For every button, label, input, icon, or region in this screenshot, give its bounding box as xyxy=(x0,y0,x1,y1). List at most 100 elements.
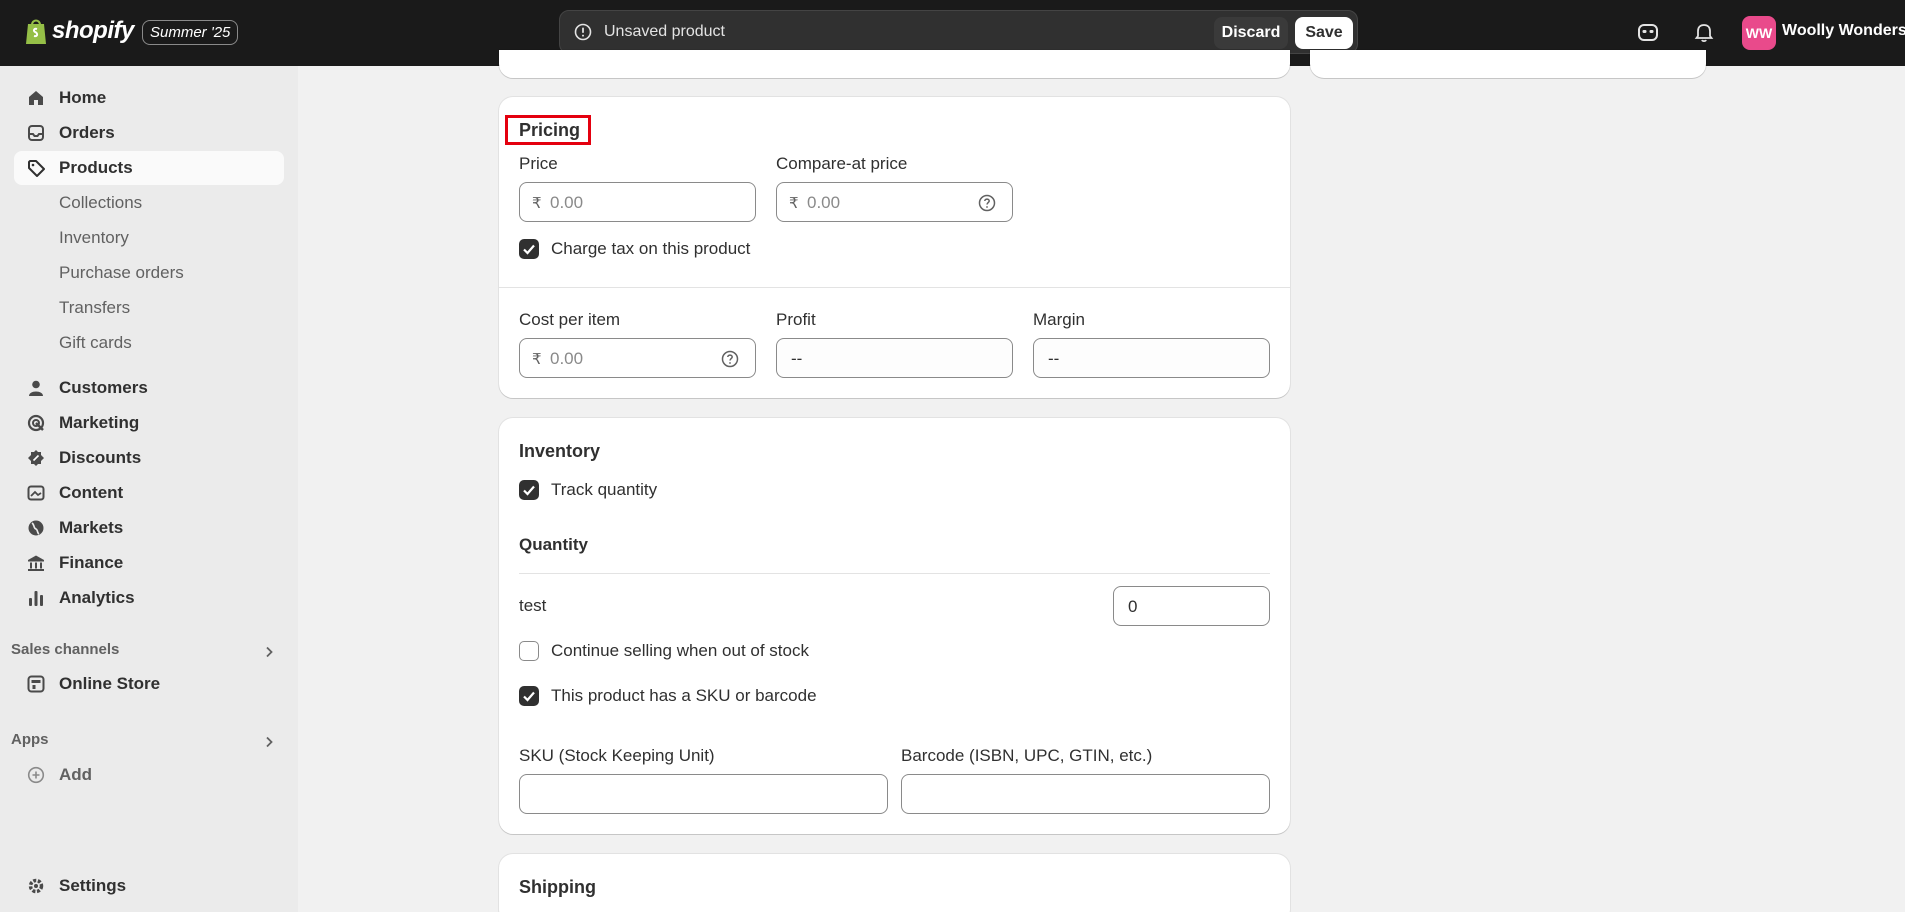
store-icon xyxy=(27,675,45,693)
sidebar-item-label: Content xyxy=(59,483,124,502)
bell-icon[interactable] xyxy=(1692,20,1716,44)
sidebar-item-collections[interactable]: Collections xyxy=(14,186,284,220)
sidebar-item-label: Gift cards xyxy=(59,333,132,352)
shipping-card: Shipping xyxy=(499,854,1290,912)
currency-symbol: ₹ xyxy=(532,195,542,212)
profit-label: Profit xyxy=(776,310,816,329)
brand-name: shopify xyxy=(52,17,134,44)
sidebar-item-orders[interactable]: Orders xyxy=(14,116,284,150)
sidebar-item-customers[interactable]: Customers xyxy=(14,371,284,405)
sidebar-item-label: Online Store xyxy=(59,674,161,693)
sidebar-item-label: Transfers xyxy=(59,298,131,317)
sidebar-item-gift-cards[interactable]: Gift cards xyxy=(14,326,284,360)
track-quantity-checkbox[interactable] xyxy=(519,480,539,500)
pricing-title: Pricing xyxy=(519,120,581,140)
continue-selling-checkbox[interactable] xyxy=(519,641,539,661)
sidebar-item-transfers[interactable]: Transfers xyxy=(14,291,284,325)
chevron-right-icon[interactable] xyxy=(262,645,276,659)
sidebar-item-label: Analytics xyxy=(59,588,135,607)
divider xyxy=(499,287,1290,288)
profit-field: -- xyxy=(776,338,1013,378)
sidebar-item-purchase-orders[interactable]: Purchase orders xyxy=(14,256,284,290)
sidebar-item-discounts[interactable]: Discounts xyxy=(14,441,284,475)
sidebar-item-content[interactable]: Content xyxy=(14,476,284,510)
side-card xyxy=(1310,50,1706,78)
previous-card xyxy=(499,50,1290,78)
inventory-card: Inventory Track quantity Quantity test 0… xyxy=(499,418,1290,834)
sidebar-item-label: Products xyxy=(59,158,133,177)
charge-tax-label[interactable]: Charge tax on this product xyxy=(551,239,750,259)
barcode-label: Barcode (ISBN, UPC, GTIN, etc.) xyxy=(901,746,1153,765)
margin-label: Margin xyxy=(1033,310,1085,329)
sidebar-item-label: Markets xyxy=(59,518,124,537)
checkmark-icon xyxy=(523,485,535,496)
shopify-logo[interactable]: shopify xyxy=(24,17,134,45)
help-icon[interactable] xyxy=(978,194,996,212)
discard-button[interactable]: Discard xyxy=(1214,17,1288,49)
avatar[interactable]: WW xyxy=(1742,16,1776,50)
sidebar-item-inventory[interactable]: Inventory xyxy=(14,221,284,255)
sidebar-item-label: Collections xyxy=(59,193,143,212)
sidebar-item-label: Orders xyxy=(59,123,115,142)
location-quantity-input[interactable]: 0 xyxy=(1113,586,1270,626)
unsaved-changes-bar: Unsaved product Discard Save xyxy=(559,10,1358,54)
continue-selling-label[interactable]: Continue selling when out of stock xyxy=(551,641,809,661)
help-icon[interactable] xyxy=(721,350,739,368)
person-icon xyxy=(29,380,43,396)
cost-per-item-value: 0.00 xyxy=(550,349,584,368)
sidebar-item-finance[interactable]: Finance xyxy=(14,546,284,580)
has-sku-checkbox[interactable] xyxy=(519,686,539,706)
currency-symbol: ₹ xyxy=(532,351,542,368)
divider xyxy=(519,573,1270,574)
sku-input[interactable] xyxy=(519,774,888,814)
bar-chart-icon xyxy=(29,591,43,606)
apps-heading: Apps xyxy=(11,731,49,748)
sidebar-item-add-app[interactable]: Add xyxy=(14,758,284,792)
location-name: test xyxy=(519,596,547,615)
sku-label: SKU (Stock Keeping Unit) xyxy=(519,746,715,765)
sidebar-item-markets[interactable]: Markets xyxy=(14,511,284,545)
save-button[interactable]: Save xyxy=(1295,17,1353,49)
sidebar-item-label: Discounts xyxy=(59,448,142,467)
barcode-input[interactable] xyxy=(901,774,1270,814)
sidebar-item-online-store[interactable]: Online Store xyxy=(14,667,284,701)
sidebar-item-analytics[interactable]: Analytics xyxy=(14,581,284,615)
profit-value: -- xyxy=(791,349,803,368)
sidekick-icon[interactable] xyxy=(1636,20,1660,44)
sidebar-item-label: Inventory xyxy=(59,228,129,247)
checkmark-icon xyxy=(523,244,535,255)
inbox-icon xyxy=(28,125,44,141)
sidebar-item-products[interactable]: Products xyxy=(14,151,284,185)
location-quantity-value: 0 xyxy=(1128,597,1138,616)
chevron-right-icon[interactable] xyxy=(262,735,276,749)
shopify-bag-icon xyxy=(26,19,46,44)
compare-at-price-value: 0.00 xyxy=(807,193,841,212)
inventory-title: Inventory xyxy=(519,441,601,461)
checkmark-icon xyxy=(523,691,535,702)
sidebar-item-settings[interactable]: Settings xyxy=(14,869,284,903)
sidebar-item-label: Settings xyxy=(59,876,127,895)
sidebar-item-home[interactable]: Home xyxy=(14,81,284,115)
edition-badge[interactable]: Summer '25 xyxy=(142,20,239,45)
bank-icon xyxy=(28,555,44,571)
price-label: Price xyxy=(519,154,558,173)
cost-per-item-label: Cost per item xyxy=(519,310,621,329)
margin-value: -- xyxy=(1048,349,1060,368)
currency-symbol: ₹ xyxy=(789,195,799,212)
store-name[interactable]: Woolly Wonders xyxy=(1782,22,1905,40)
home-icon xyxy=(29,91,43,105)
has-sku-label[interactable]: This product has a SKU or barcode xyxy=(551,686,817,706)
quantity-heading: Quantity xyxy=(519,535,588,554)
image-icon xyxy=(27,485,45,501)
plus-circle-icon xyxy=(27,766,45,784)
sales-channels-heading: Sales channels xyxy=(11,641,120,658)
sidebar-item-label: Finance xyxy=(59,553,124,572)
price-input[interactable]: ₹ 0.00 xyxy=(519,182,756,222)
sidebar-item-label: Home xyxy=(59,88,107,107)
track-quantity-label[interactable]: Track quantity xyxy=(551,480,657,500)
cost-per-item-input[interactable]: ₹ 0.00 xyxy=(519,338,756,378)
compare-at-price-input[interactable]: ₹ 0.00 xyxy=(776,182,1013,222)
price-value: 0.00 xyxy=(550,193,584,212)
sidebar-item-marketing[interactable]: Marketing xyxy=(14,406,284,440)
charge-tax-checkbox[interactable] xyxy=(519,239,539,259)
